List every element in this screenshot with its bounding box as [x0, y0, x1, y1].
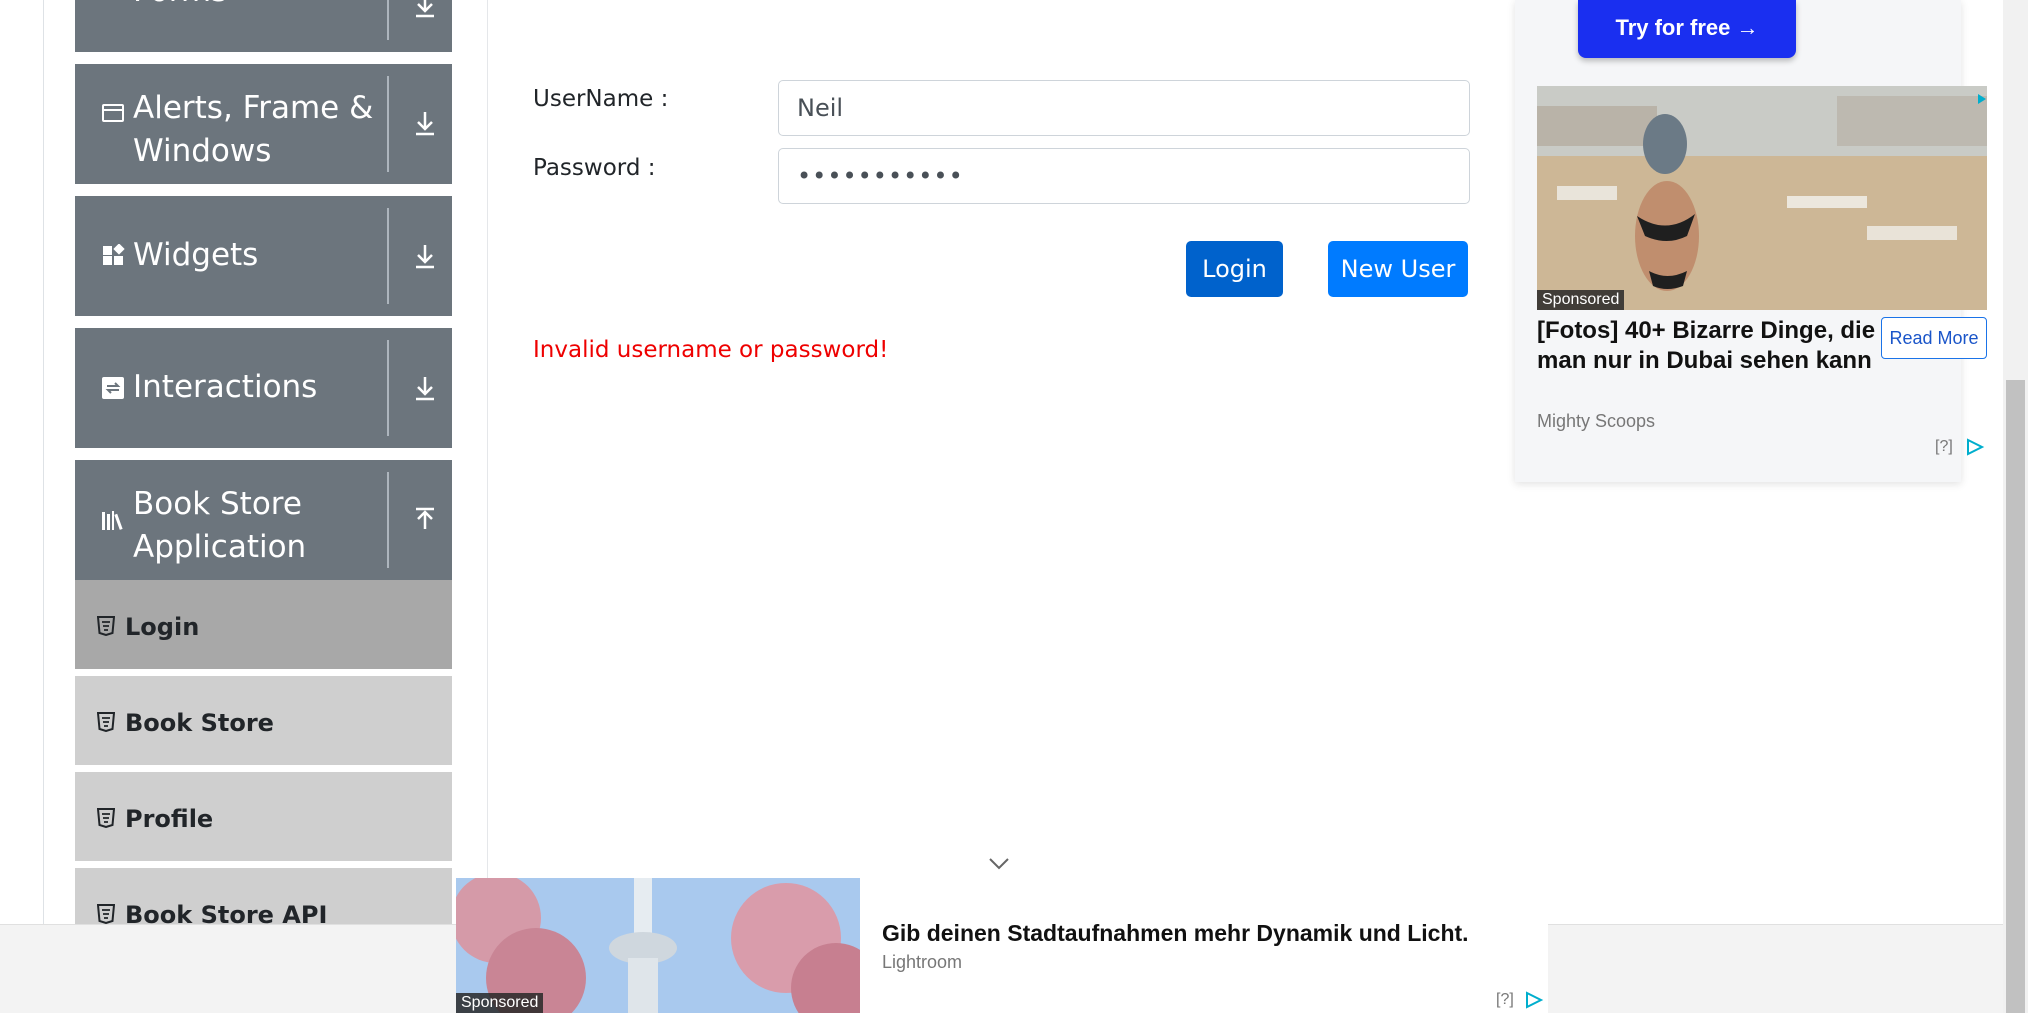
sidebar-item-label: Login	[125, 613, 200, 641]
ad-help-link[interactable]: [?]	[1935, 438, 1953, 456]
sidebar-group-interactions[interactable]: Interactions	[75, 328, 452, 448]
ad-help-link[interactable]: [?]	[1496, 991, 1514, 1009]
try-for-free-button[interactable]: Try for free →	[1578, 0, 1796, 58]
form-icon	[101, 0, 125, 2]
ad-source: Mighty Scoops	[1537, 411, 1656, 431]
sidebar-group-forms[interactable]: Forms	[75, 0, 452, 52]
password-label: Password :	[533, 155, 656, 181]
ad-image[interactable]: Sponsored	[1537, 86, 1987, 310]
sidebar-group-title: Widgets	[133, 237, 259, 273]
sidebar-item-label: Profile	[125, 805, 214, 833]
sidebar-group-title: Interactions	[133, 369, 318, 405]
html5-icon	[97, 808, 115, 828]
bottom-ad-headline[interactable]: Gib deinen Stadtaufnahmen mehr Dynamik u…	[882, 920, 1469, 947]
bottom-ad-source: Lightroom	[882, 952, 963, 972]
sidebar-item-label: Book Store	[125, 709, 274, 737]
page-left-border	[43, 0, 44, 925]
sidebar-group-title: Book Store Application	[133, 486, 307, 565]
new-user-button[interactable]: New User	[1328, 241, 1468, 297]
sponsored-label: Sponsored	[1537, 290, 1625, 310]
adchoices-icon[interactable]	[1524, 991, 1544, 1009]
html5-icon	[97, 904, 115, 924]
error-message: Invalid username or password!	[533, 337, 889, 363]
sidebar-group-title: Forms	[133, 0, 393, 13]
chevron-down-icon[interactable]	[987, 856, 1011, 872]
html5-icon	[97, 616, 115, 636]
download-arrow-icon[interactable]	[410, 241, 440, 271]
sponsored-label: Sponsored	[456, 993, 544, 1013]
bottom-ad: Sponsored Gib deinen Stadtaufnahmen mehr…	[456, 878, 1548, 1013]
password-input[interactable]	[778, 148, 1470, 204]
read-more-button[interactable]: Read More	[1881, 317, 1987, 359]
username-input[interactable]	[778, 80, 1470, 136]
upload-arrow-icon[interactable]	[410, 505, 440, 535]
login-button[interactable]: Login	[1186, 241, 1283, 297]
username-label: UserName :	[533, 86, 669, 112]
sidebar-group-title: Alerts, Frame & Windows	[133, 90, 374, 169]
download-arrow-icon[interactable]	[410, 373, 440, 403]
ad-photo	[1537, 86, 1987, 310]
download-arrow-icon[interactable]	[410, 108, 440, 138]
window-icon	[102, 104, 124, 122]
html5-icon	[97, 712, 115, 732]
sidebar-group-book-store-application[interactable]: Book Store Application	[75, 460, 452, 580]
ad-headline[interactable]: [Fotos] 40+ Bizarre Dinge, die man nur i…	[1537, 316, 1877, 376]
interactions-icon	[102, 377, 124, 399]
bottom-ad-image[interactable]: Sponsored	[456, 878, 860, 1013]
group-separator	[387, 340, 389, 436]
sidebar-group-alerts-frame-windows[interactable]: Alerts, Frame & Windows	[75, 64, 452, 184]
sidebar-group-widgets[interactable]: Widgets	[75, 196, 452, 316]
download-arrow-icon[interactable]	[410, 0, 440, 20]
content-divider	[487, 0, 488, 880]
scrollbar-thumb[interactable]	[2006, 380, 2025, 1013]
adchoices-icon[interactable]	[1965, 438, 1985, 456]
group-separator	[387, 0, 389, 40]
sidebar-ad: Try for free → Sponsored [Fotos] 40+ Biz…	[1515, 0, 1987, 482]
sidebar-item-login[interactable]: Login	[75, 580, 452, 672]
widgets-icon	[103, 244, 125, 265]
sidebar-item-book-store[interactable]: Book Store	[75, 676, 452, 768]
books-icon	[102, 511, 123, 530]
sidebar-item-profile[interactable]: Profile	[75, 772, 452, 864]
group-separator	[387, 472, 389, 568]
group-separator	[387, 76, 389, 172]
group-separator	[387, 208, 389, 304]
